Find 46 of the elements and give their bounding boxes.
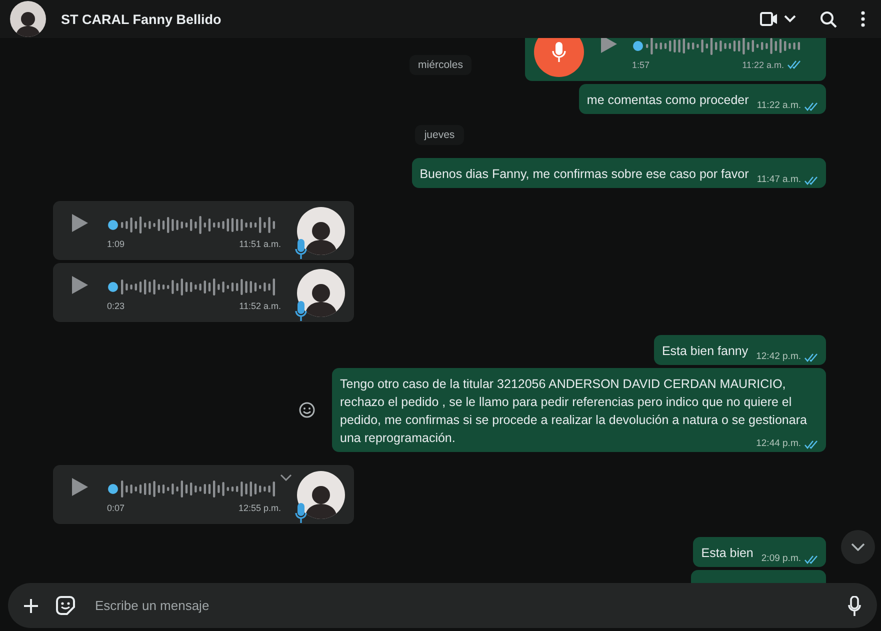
message-bubble[interactable]: Esta bien 2:09 p.m. bbox=[693, 537, 826, 567]
menu-icon[interactable] bbox=[861, 11, 865, 27]
message-time: 2:09 p.m. bbox=[761, 552, 801, 566]
date-chip: jueves bbox=[415, 125, 464, 145]
voice-duration: 1:09 bbox=[107, 238, 125, 248]
message-bubble[interactable]: Esta bien fanny 12:42 p.m. bbox=[654, 335, 826, 365]
play-icon[interactable] bbox=[71, 212, 89, 232]
microphone-icon[interactable] bbox=[848, 596, 861, 616]
waveform-drawing[interactable] bbox=[632, 38, 802, 58]
message-bubble[interactable]: me comentas como proceder 11:22 a.m. bbox=[578, 84, 826, 114]
contact-avatar bbox=[297, 206, 345, 254]
play-icon[interactable] bbox=[71, 476, 89, 496]
contact-avatar bbox=[297, 268, 345, 316]
plus-icon[interactable] bbox=[24, 598, 38, 612]
sticker-icon[interactable] bbox=[56, 596, 75, 615]
voice-message[interactable]: 1:57 11:22 a.m. bbox=[525, 38, 826, 81]
date-chip: miércoles bbox=[409, 55, 472, 75]
voice-duration: 0:23 bbox=[107, 300, 125, 310]
message-time: 12:55 p.m. bbox=[238, 502, 281, 512]
video-call-icon[interactable] bbox=[760, 12, 778, 26]
voice-duration: 0:07 bbox=[107, 502, 125, 512]
emoji-icon[interactable] bbox=[299, 402, 315, 418]
voice-message[interactable]: 0:23 11:52 a.m. bbox=[53, 263, 354, 322]
message-time: 11:22 a.m. bbox=[756, 99, 801, 113]
message-composer[interactable]: Escribe un mensaje bbox=[8, 583, 877, 628]
voice-message[interactable]: 0:07 12:55 p.m. bbox=[53, 465, 354, 524]
message-bubble[interactable]: Buenos dias Fanny, me confirmas sobre ese caso por favor 11:47 a.m. bbox=[412, 158, 826, 188]
message-time: 12:44 p.m. bbox=[756, 437, 801, 451]
voice-avatar bbox=[534, 38, 584, 76]
message-time: 12:42 p.m. bbox=[756, 350, 801, 364]
contact-avatar bbox=[297, 470, 345, 518]
voice-message[interactable]: 1:09 11:51 a.m. bbox=[53, 201, 354, 260]
message-time: 11:47 a.m. bbox=[756, 173, 801, 187]
voice-duration: 1:57 bbox=[632, 60, 650, 70]
microphone-icon bbox=[295, 502, 307, 522]
microphone-icon bbox=[295, 300, 307, 320]
chevron-down-icon[interactable] bbox=[851, 543, 865, 551]
contact-name[interactable]: ST CARAL Fanny Bellido bbox=[61, 12, 745, 26]
message-time: 11:52 a.m. bbox=[239, 300, 281, 310]
search-icon[interactable] bbox=[820, 10, 837, 28]
message-time: 11:22 a.m. bbox=[742, 60, 784, 70]
microphone-icon bbox=[295, 238, 307, 258]
message-bubble[interactable]: Tengo otro caso de la titular 3212056 ANDERSON DAVID CERDAN MAURICIO, rechazo el pedido , se le llamo para pedir referencias pero indico que no quiere el pedido, me confirmas si se procede a realizar la devolución a natura o se gestionara una reprogramación. 12:44 p.m. bbox=[332, 368, 826, 452]
contact-avatar[interactable] bbox=[10, 1, 46, 37]
play-icon[interactable] bbox=[71, 274, 89, 294]
message-time: 11:51 a.m. bbox=[239, 238, 281, 248]
